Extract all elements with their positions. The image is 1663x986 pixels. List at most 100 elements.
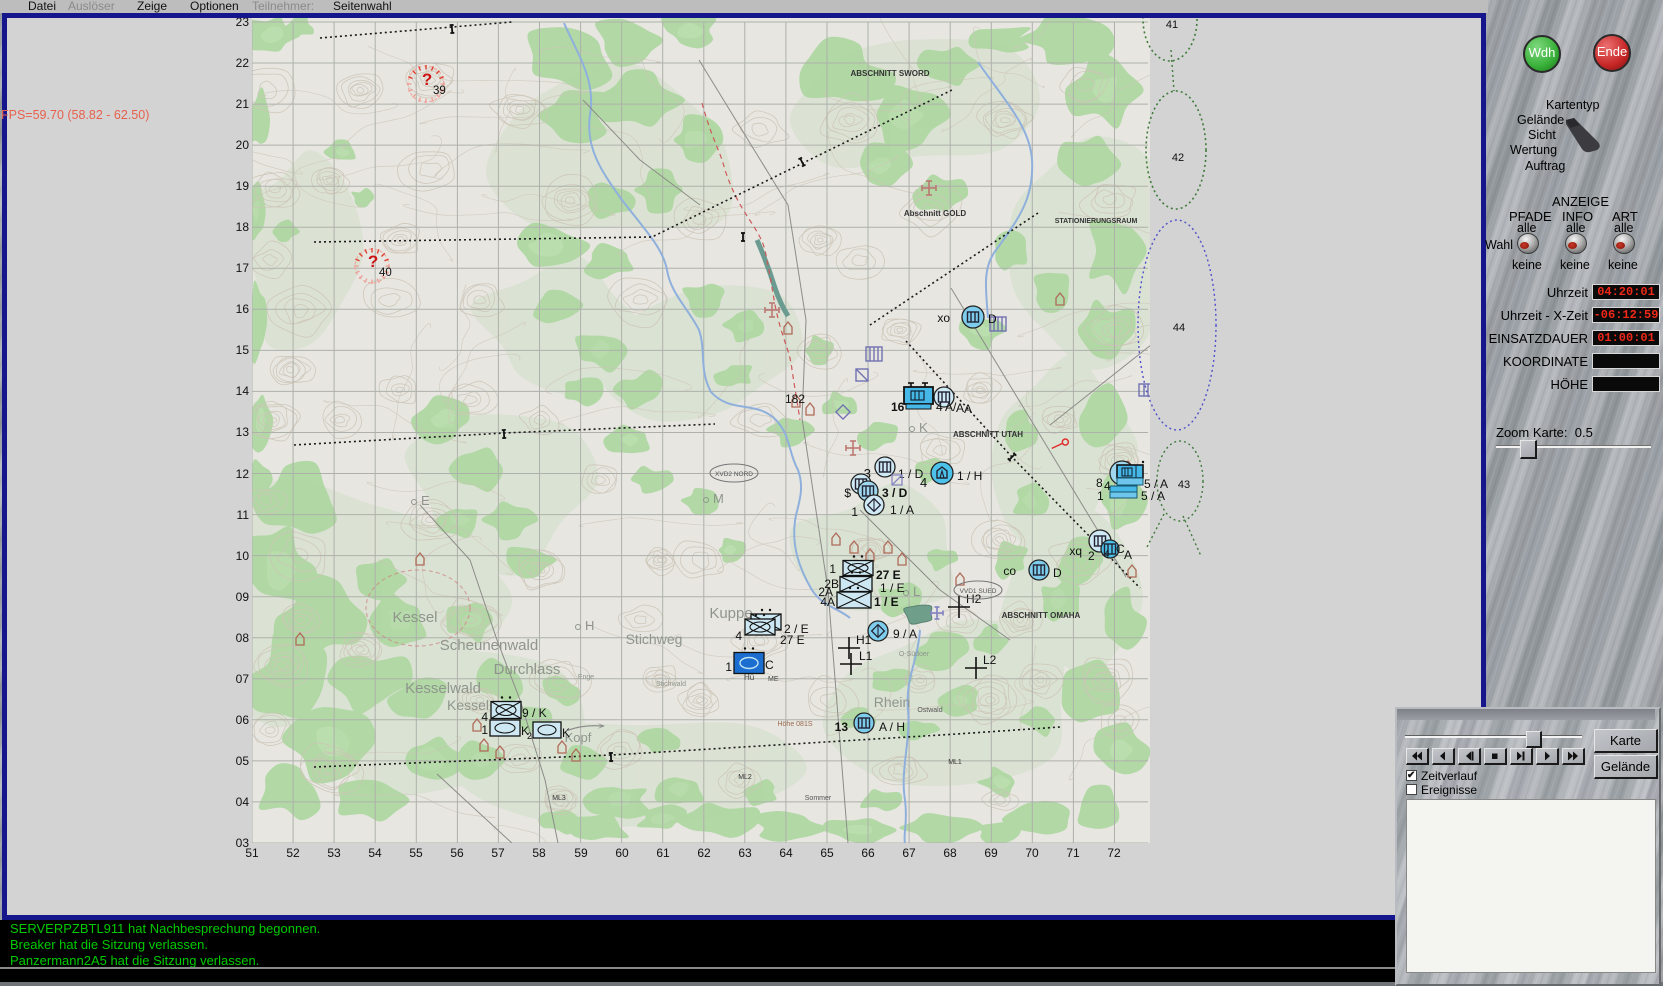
svg-text:65: 65: [820, 846, 834, 860]
svg-text:62: 62: [697, 846, 711, 860]
svg-text:15: 15: [236, 343, 250, 357]
svg-text:L: L: [913, 584, 920, 599]
svg-text:06: 06: [236, 713, 250, 727]
svg-text:$: $: [844, 486, 851, 500]
svg-text:A: A: [964, 402, 972, 416]
svg-text:1: 1: [481, 723, 488, 737]
svg-text:1: 1: [829, 562, 836, 576]
svg-text:43: 43: [1178, 479, 1190, 491]
svg-text:K: K: [562, 726, 570, 740]
svg-text:19: 19: [236, 179, 250, 193]
svg-text:Sommer: Sommer: [805, 795, 832, 802]
svg-text:ML3: ML3: [552, 795, 566, 802]
svg-text:16: 16: [236, 302, 250, 316]
svg-text:27 E: 27 E: [780, 633, 805, 647]
svg-text:3 / D: 3 / D: [882, 486, 908, 500]
svg-text:11: 11: [237, 508, 250, 522]
svg-text:M: M: [713, 491, 724, 506]
svg-text:Durchlass: Durchlass: [494, 661, 561, 678]
svg-text:67: 67: [902, 846, 916, 860]
svg-text:E: E: [421, 493, 430, 508]
svg-text:51: 51: [245, 846, 259, 860]
svg-text:Abschnitt GOLD: Abschnitt GOLD: [904, 209, 966, 218]
svg-text:20: 20: [236, 138, 250, 152]
svg-text:H: H: [585, 618, 594, 633]
svg-text:1 / A: 1 / A: [890, 503, 914, 517]
svg-text:9 / K: 9 / K: [522, 706, 547, 720]
svg-text:Höhe 081S: Höhe 081S: [777, 721, 812, 728]
svg-text:13: 13: [835, 720, 849, 734]
svg-text:ABSCHNITT OMAHA: ABSCHNITT OMAHA: [1002, 611, 1081, 620]
svg-text:61: 61: [656, 846, 670, 860]
svg-text:69: 69: [984, 846, 998, 860]
svg-text:13: 13: [236, 425, 250, 439]
svg-text:4: 4: [481, 710, 488, 724]
svg-text:Stichwald: Stichwald: [656, 681, 686, 688]
svg-text:4: 4: [1104, 479, 1111, 493]
svg-text:K: K: [919, 420, 928, 435]
svg-text:05: 05: [236, 754, 250, 768]
svg-text:L1: L1: [859, 649, 873, 663]
svg-text:64: 64: [779, 846, 793, 860]
svg-text:4A: 4A: [820, 595, 835, 609]
svg-text:Ostwald: Ostwald: [917, 707, 942, 714]
svg-text:?: ?: [368, 252, 378, 271]
svg-text:21: 21: [236, 97, 250, 111]
svg-text:D: D: [1053, 566, 1062, 580]
svg-text:1 / H: 1 / H: [957, 469, 982, 483]
svg-text:ME: ME: [768, 676, 779, 683]
svg-text:63: 63: [738, 846, 752, 860]
svg-text:1: 1: [725, 660, 732, 674]
svg-text:5 / A: 5 / A: [1141, 489, 1165, 503]
svg-text:A / H: A / H: [879, 720, 905, 734]
svg-text:182: 182: [785, 392, 805, 406]
svg-text:59: 59: [574, 846, 588, 860]
svg-text:XVD2 NORD: XVD2 NORD: [715, 471, 753, 478]
svg-text:60: 60: [615, 846, 629, 860]
svg-text:Rhein: Rhein: [874, 694, 911, 710]
svg-text:27 E: 27 E: [876, 568, 901, 582]
svg-text:C: C: [765, 658, 774, 672]
svg-text:Enge: Enge: [578, 674, 594, 681]
svg-text:ML2: ML2: [738, 774, 752, 781]
svg-text:4: 4: [735, 629, 742, 643]
svg-text:70: 70: [1025, 846, 1039, 860]
svg-text:57: 57: [491, 846, 505, 860]
svg-text:STATIONIERUNGSRAUM: STATIONIERUNGSRAUM: [1055, 218, 1138, 225]
svg-text:39: 39: [433, 85, 446, 97]
svg-text:4: 4: [936, 400, 943, 414]
svg-text:4: 4: [920, 475, 927, 490]
svg-text:72: 72: [1107, 846, 1121, 860]
svg-text:17: 17: [236, 261, 250, 275]
svg-text:A: A: [956, 401, 964, 415]
svg-text:1 / E: 1 / E: [874, 595, 899, 609]
svg-text:68: 68: [943, 846, 957, 860]
svg-text:Stichweg: Stichweg: [626, 631, 683, 647]
svg-text:O-Südoer: O-Südoer: [899, 651, 930, 658]
svg-text:53: 53: [327, 846, 341, 860]
svg-text:55: 55: [409, 846, 423, 860]
svg-text:42: 42: [1172, 152, 1184, 164]
svg-text:12: 12: [236, 467, 250, 481]
svg-text:08: 08: [236, 631, 250, 645]
svg-text:71: 71: [1066, 846, 1080, 860]
svg-text:Kessel: Kessel: [392, 609, 437, 626]
svg-text:09: 09: [236, 590, 250, 604]
svg-text:9 / A: 9 / A: [893, 627, 917, 641]
svg-text:A: A: [1124, 548, 1132, 562]
svg-text:41: 41: [1166, 19, 1178, 31]
svg-text:co: co: [1003, 564, 1016, 578]
svg-text:44: 44: [1173, 322, 1185, 334]
svg-text:xq: xq: [1069, 544, 1082, 558]
svg-text:66: 66: [861, 846, 875, 860]
svg-text:Kesselwald: Kesselwald: [405, 680, 481, 697]
svg-text:54: 54: [368, 846, 382, 860]
svg-text:Scheunenwald: Scheunenwald: [440, 637, 538, 654]
svg-text:2: 2: [527, 731, 532, 741]
svg-text:ABSCHNITT UTAH: ABSCHNITT UTAH: [953, 430, 1023, 439]
svg-text:40: 40: [379, 267, 392, 279]
svg-text:18: 18: [236, 220, 250, 234]
svg-text:1: 1: [851, 505, 858, 519]
svg-text:23: 23: [236, 18, 250, 29]
svg-text:VVD1 SUED: VVD1 SUED: [960, 588, 997, 595]
